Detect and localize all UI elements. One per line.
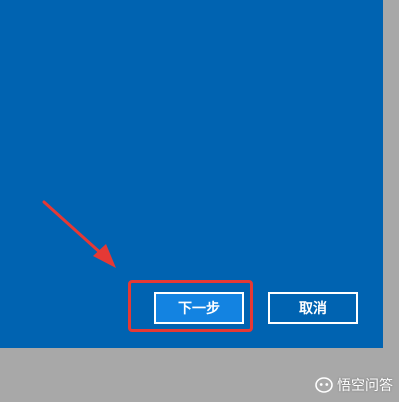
watermark-text: 悟空问答 [337, 378, 393, 394]
screenshot: 下一步 取消 悟空问答 [0, 0, 399, 402]
red-highlight-box [128, 280, 253, 332]
wukong-watermark: 悟空问答 [315, 375, 393, 395]
wukong-logo-icon [315, 377, 333, 393]
cancel-button[interactable]: 取消 [268, 292, 358, 324]
